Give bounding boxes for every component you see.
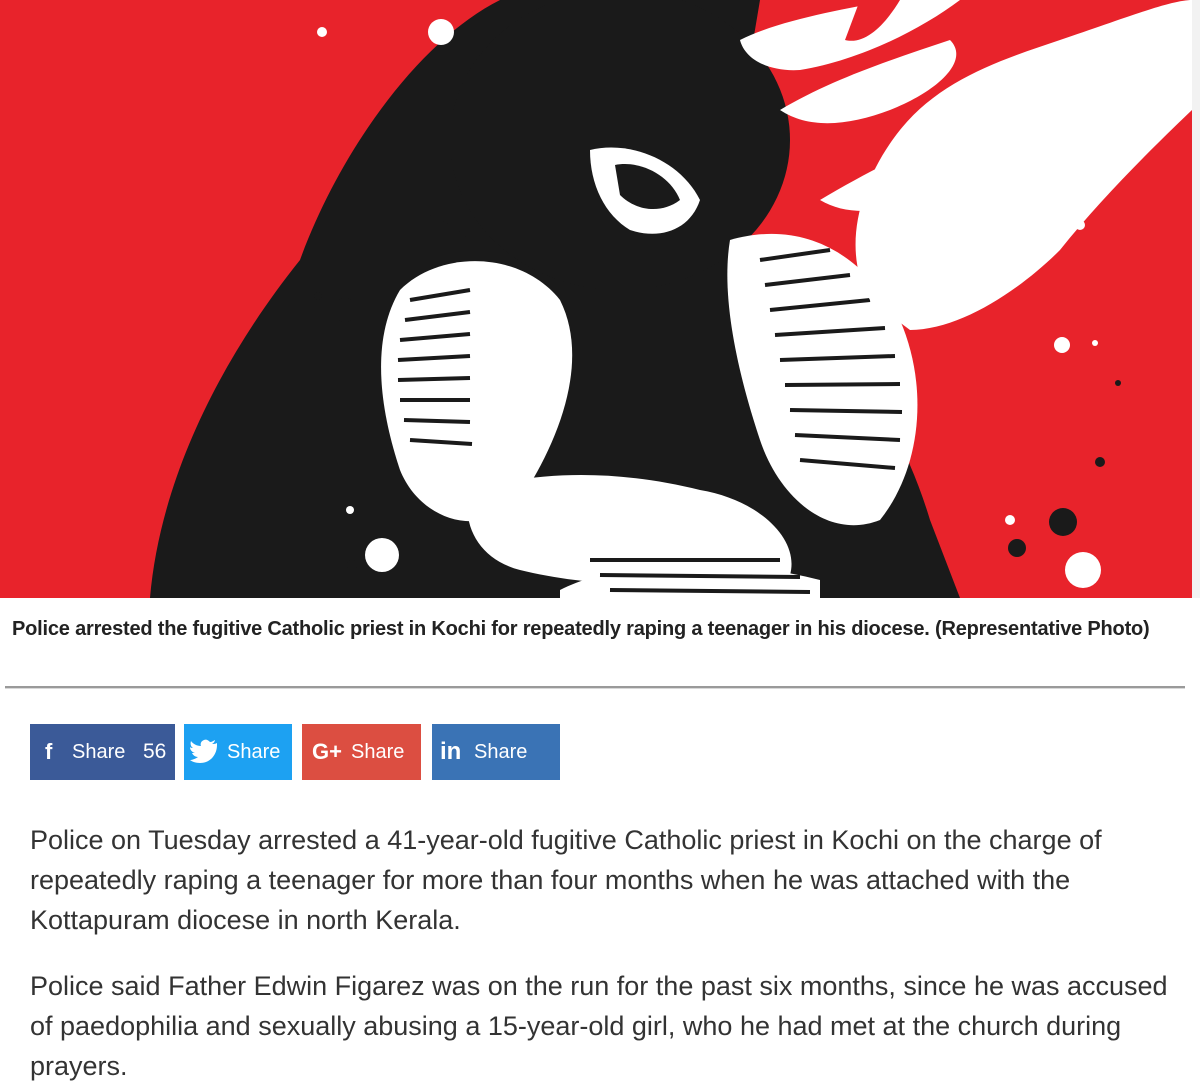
image-caption: Police arrested the fugitive Catholic pr…: [12, 618, 1150, 640]
linkedin-icon: in: [440, 738, 462, 765]
article-paragraph: Police on Tuesday arrested a 41-year-old…: [30, 825, 1102, 935]
twitter-share-button[interactable]: Share: [184, 724, 292, 780]
linkedin-share-button[interactable]: in Share: [432, 724, 560, 780]
googleplus-share-label: Share: [351, 741, 405, 763]
linkedin-share-label: Share: [474, 741, 528, 763]
twitter-share-label: Share: [227, 741, 281, 763]
article-paragraph: Police said Father Edwin Figarez was on …: [30, 971, 1168, 1081]
facebook-icon: f: [45, 739, 53, 764]
article-hero-image: [0, 0, 1200, 598]
facebook-share-button[interactable]: f Share 56: [30, 724, 175, 780]
article-page: Police arrested the fugitive Catholic pr…: [0, 0, 1200, 1089]
facebook-share-count: 56: [143, 740, 167, 763]
representative-illustration: [0, 0, 1192, 598]
article-body: Police on Tuesday arrested a 41-year-old…: [30, 820, 1170, 1089]
googleplus-share-button[interactable]: G+ Share: [302, 724, 421, 780]
caption-divider: [5, 686, 1185, 689]
google-plus-icon: G+: [312, 739, 342, 764]
twitter-bird-icon: [190, 724, 220, 780]
facebook-share-label: Share: [72, 741, 126, 763]
